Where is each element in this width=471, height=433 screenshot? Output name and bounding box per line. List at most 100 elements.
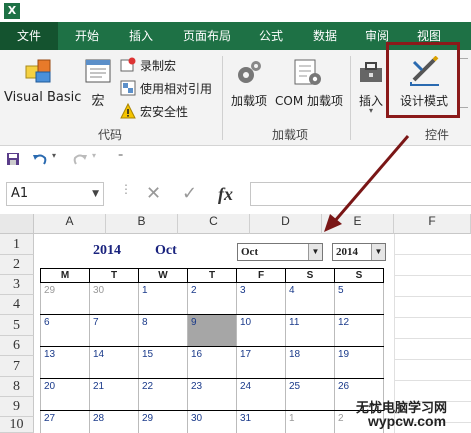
- visual-basic-button[interactable]: Visual Basic: [4, 54, 82, 110]
- calendar-day-cell[interactable]: 20: [40, 378, 90, 411]
- addins-label: 加载项: [230, 94, 267, 108]
- quick-access-toolbar: ▾ ▾ ₌: [0, 147, 471, 171]
- redo-icon[interactable]: [72, 152, 88, 166]
- weekday-header: S: [285, 268, 335, 283]
- formula-input[interactable]: [250, 182, 471, 206]
- calendar-day-cell[interactable]: 19: [334, 346, 384, 379]
- calendar-day-cell[interactable]: 12: [334, 314, 384, 347]
- month-select-arrow-icon[interactable]: ▼: [308, 244, 322, 260]
- calendar-day-cell[interactable]: 14: [89, 346, 139, 379]
- row-header[interactable]: 8: [0, 377, 34, 397]
- watermark-url: wypcw.com: [368, 413, 447, 429]
- name-box[interactable]: A1 ▼: [6, 182, 104, 206]
- calendar-day-cell[interactable]: 23: [187, 378, 237, 411]
- calendar-day-cell[interactable]: 15: [138, 346, 188, 379]
- calendar-day-cell[interactable]: 30: [89, 282, 139, 315]
- relative-reference-button[interactable]: 使用相对引用: [120, 79, 220, 97]
- calendar-day-cell[interactable]: 13: [40, 346, 90, 379]
- tab-page-layout[interactable]: 页面布局: [172, 22, 242, 50]
- year-select-arrow-icon[interactable]: ▼: [371, 244, 385, 260]
- calendar-control[interactable]: 2014 Oct Oct ▼ 2014 ▼ M T W T F S S 29 30…: [35, 235, 391, 433]
- relative-reference-label: 使用相对引用: [140, 82, 213, 96]
- formula-bar-splitter-icon[interactable]: ⋮: [120, 182, 132, 196]
- cancel-icon[interactable]: ✕: [146, 184, 161, 204]
- calendar-day-cell[interactable]: 1: [138, 282, 188, 315]
- weekday-header: T: [187, 268, 237, 283]
- column-header[interactable]: D: [250, 214, 322, 234]
- visual-basic-label: Visual Basic: [4, 90, 82, 105]
- row-header[interactable]: 3: [0, 275, 34, 295]
- row-header[interactable]: 6: [0, 336, 34, 356]
- column-header[interactable]: B: [106, 214, 178, 234]
- calendar-day-cell[interactable]: 7: [89, 314, 139, 347]
- calendar-day-cell[interactable]: 2: [187, 282, 237, 315]
- row-header[interactable]: 10: [0, 417, 34, 433]
- calendar-day-cell[interactable]: 10: [236, 314, 286, 347]
- tab-formulas[interactable]: 公式: [246, 22, 296, 50]
- calendar-day-cell[interactable]: 21: [89, 378, 139, 411]
- tab-home[interactable]: 开始: [62, 22, 112, 50]
- formula-bar: A1 ▼ ⋮ ✕ ✓ fx: [0, 178, 471, 210]
- tab-data[interactable]: 数据: [300, 22, 350, 50]
- calendar-day-cell[interactable]: 16: [187, 346, 237, 379]
- save-icon[interactable]: [6, 152, 20, 166]
- row-header[interactable]: 4: [0, 295, 34, 315]
- calendar-day-cell[interactable]: 17: [236, 346, 286, 379]
- weekday-header: S: [334, 268, 384, 283]
- gear-icon: [238, 61, 261, 83]
- name-box-dropdown-icon[interactable]: ▼: [92, 183, 99, 205]
- addins-button[interactable]: 加载项: [226, 54, 272, 110]
- calendar-day-cell[interactable]: 8: [138, 314, 188, 347]
- calendar-day-cell[interactable]: 30: [187, 410, 237, 433]
- design-mode-highlight-box: [386, 42, 460, 118]
- group-separator: [350, 56, 351, 140]
- macro-security-button[interactable]: 宏安全性: [120, 102, 220, 120]
- column-header[interactable]: C: [178, 214, 250, 234]
- calendar-day-cell[interactable]: 25: [285, 378, 335, 411]
- calendar-day-cell[interactable]: 3: [236, 282, 286, 315]
- calendar-day-cell[interactable]: 1: [285, 410, 335, 433]
- redo-dropdown-icon[interactable]: ▾: [92, 151, 96, 160]
- weekday-header: W: [138, 268, 188, 283]
- calendar-day-cell[interactable]: 31: [236, 410, 286, 433]
- undo-dropdown-icon[interactable]: ▾: [52, 151, 56, 160]
- com-addins-button[interactable]: COM 加载项: [272, 54, 346, 110]
- calendar-day-cell[interactable]: 18: [285, 346, 335, 379]
- undo-icon[interactable]: [32, 152, 48, 166]
- macro-label: 宏: [91, 94, 105, 109]
- calendar-day-cell[interactable]: 4: [285, 282, 335, 315]
- tab-file[interactable]: 文件: [0, 22, 58, 50]
- month-select[interactable]: Oct ▼: [237, 243, 323, 261]
- calendar-day-cell[interactable]: 11: [285, 314, 335, 347]
- calendar-week-row: 27 28 29 30 31 1 2: [40, 410, 384, 433]
- calendar-day-cell[interactable]: 29: [138, 410, 188, 433]
- insert-control-button[interactable]: 插入 ▾: [354, 54, 388, 118]
- customize-toolbar-icon[interactable]: ₌: [118, 149, 123, 160]
- calendar-day-cell[interactable]: 28: [89, 410, 139, 433]
- relative-reference-icon: [120, 80, 136, 96]
- column-header[interactable]: F: [394, 214, 471, 234]
- row-header[interactable]: 9: [0, 397, 34, 417]
- calendar-day-cell[interactable]: 22: [138, 378, 188, 411]
- record-macro-button[interactable]: 录制宏: [120, 56, 220, 74]
- column-header[interactable]: E: [322, 214, 394, 234]
- calendar-week-row: 13 14 15 16 17 18 19: [40, 346, 384, 379]
- calendar-day-cell[interactable]: 27: [40, 410, 90, 433]
- group-label-controls: 控件: [424, 128, 449, 142]
- macro-button[interactable]: 宏: [80, 54, 116, 110]
- year-select[interactable]: 2014 ▼: [332, 243, 386, 261]
- row-header[interactable]: 5: [0, 315, 34, 336]
- row-header[interactable]: 1: [0, 234, 34, 255]
- row-header[interactable]: 7: [0, 356, 34, 377]
- insert-function-icon[interactable]: fx: [218, 184, 233, 205]
- calendar-day-cell[interactable]: 24: [236, 378, 286, 411]
- select-all-corner[interactable]: [0, 214, 34, 234]
- tab-insert[interactable]: 插入: [116, 22, 166, 50]
- row-header[interactable]: 2: [0, 255, 34, 275]
- calendar-day-cell[interactable]: 5: [334, 282, 384, 315]
- calendar-day-cell[interactable]: 6: [40, 314, 90, 347]
- calendar-day-cell[interactable]: 29: [40, 282, 90, 315]
- column-header[interactable]: A: [34, 214, 106, 234]
- enter-icon[interactable]: ✓: [182, 184, 197, 204]
- calendar-day-cell[interactable]: 9: [187, 314, 237, 347]
